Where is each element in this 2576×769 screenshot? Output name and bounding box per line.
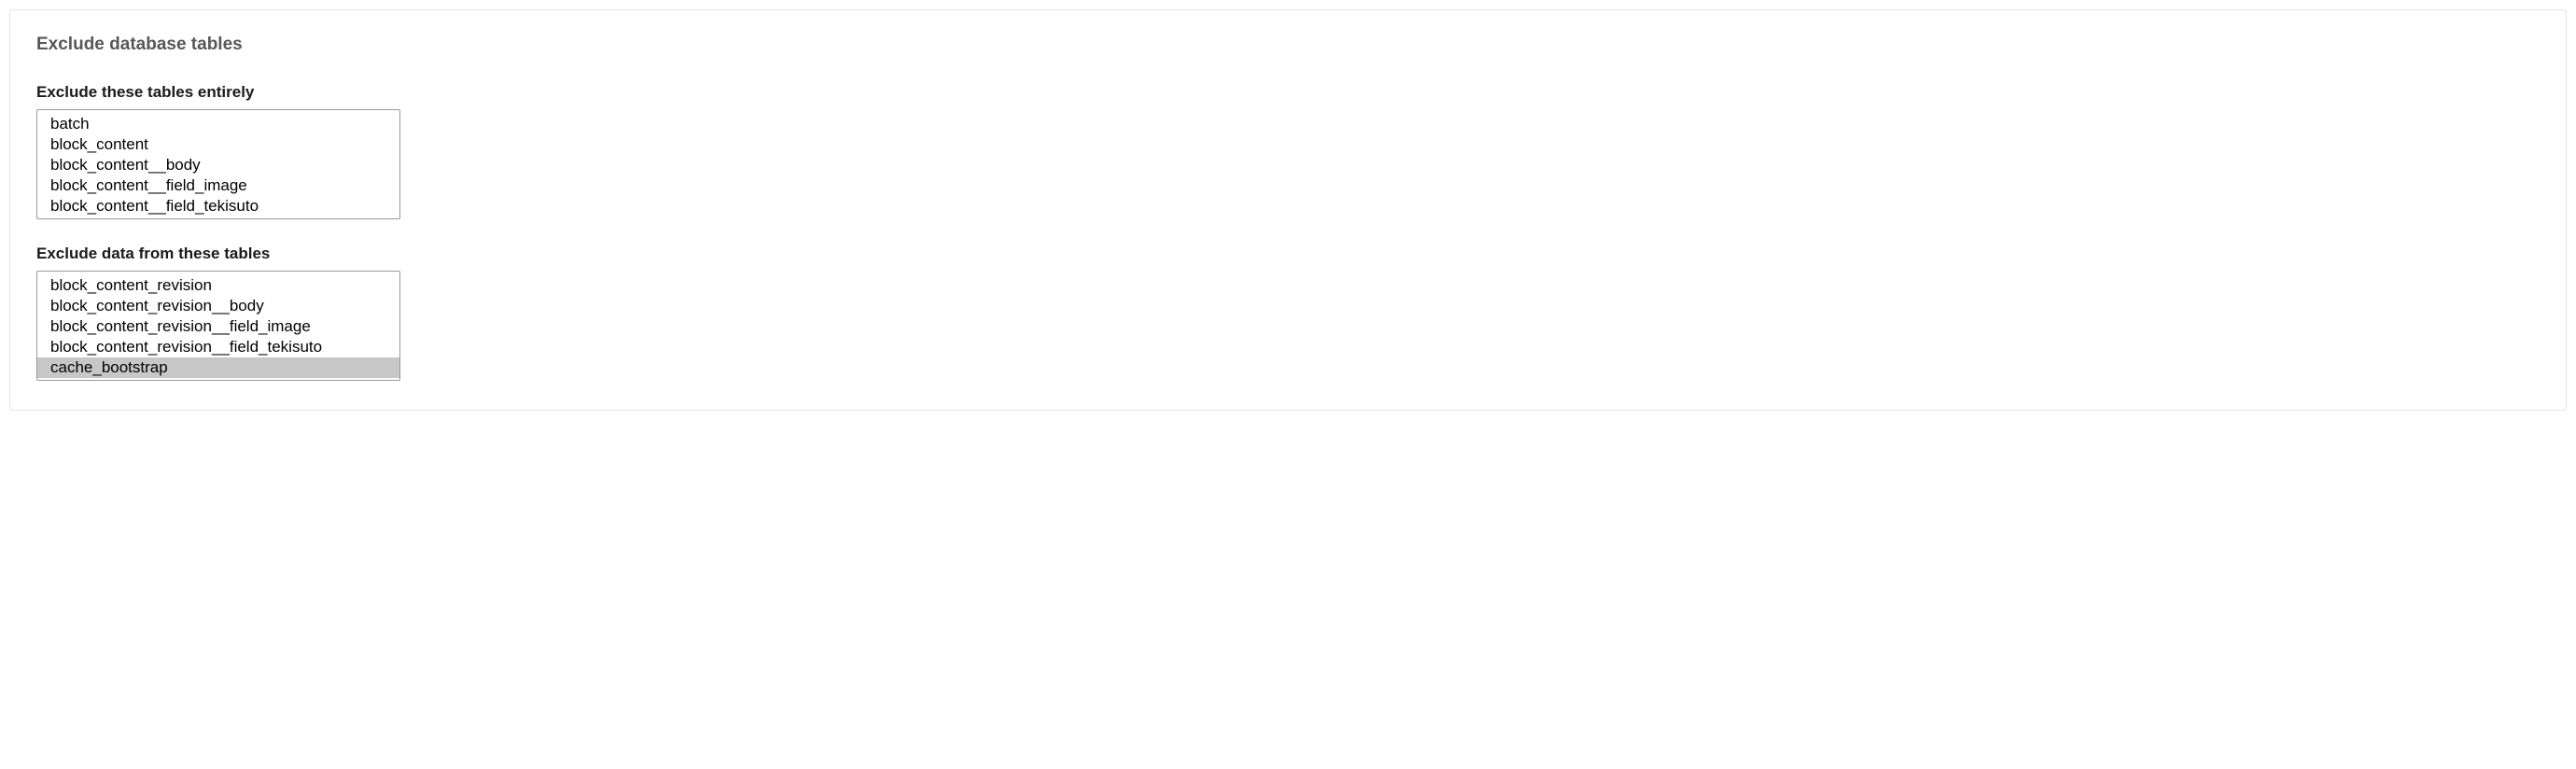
exclude-tables-panel: Exclude database tables Exclude these ta… <box>9 9 2567 411</box>
table-option[interactable]: batch <box>37 114 399 134</box>
exclude-data-select[interactable]: block_content_revisionblock_content_revi… <box>36 271 400 381</box>
exclude-data-field: Exclude data from these tables block_con… <box>36 245 2540 382</box>
table-option[interactable]: block_content__field_tekisuto <box>37 196 399 217</box>
exclude-entire-label: Exclude these tables entirely <box>36 83 2540 102</box>
table-option[interactable]: block_content__field_image <box>37 175 399 196</box>
exclude-entire-field: Exclude these tables entirely batchblock… <box>36 83 2540 220</box>
exclude-entire-select[interactable]: batchblock_contentblock_content__bodyblo… <box>36 109 400 219</box>
table-option[interactable]: block_content_revision__field_image <box>37 316 399 337</box>
table-option[interactable]: block_content_revision__field_tekisuto <box>37 337 399 357</box>
panel-title: Exclude database tables <box>36 35 2540 55</box>
table-option[interactable]: block_content_revision <box>37 275 399 296</box>
table-option[interactable]: block_content_revision__body <box>37 296 399 316</box>
table-option[interactable]: block_content__body <box>37 155 399 175</box>
table-option[interactable]: block_content <box>37 134 399 155</box>
table-option[interactable]: cache_bootstrap <box>37 357 399 378</box>
exclude-data-label: Exclude data from these tables <box>36 245 2540 263</box>
